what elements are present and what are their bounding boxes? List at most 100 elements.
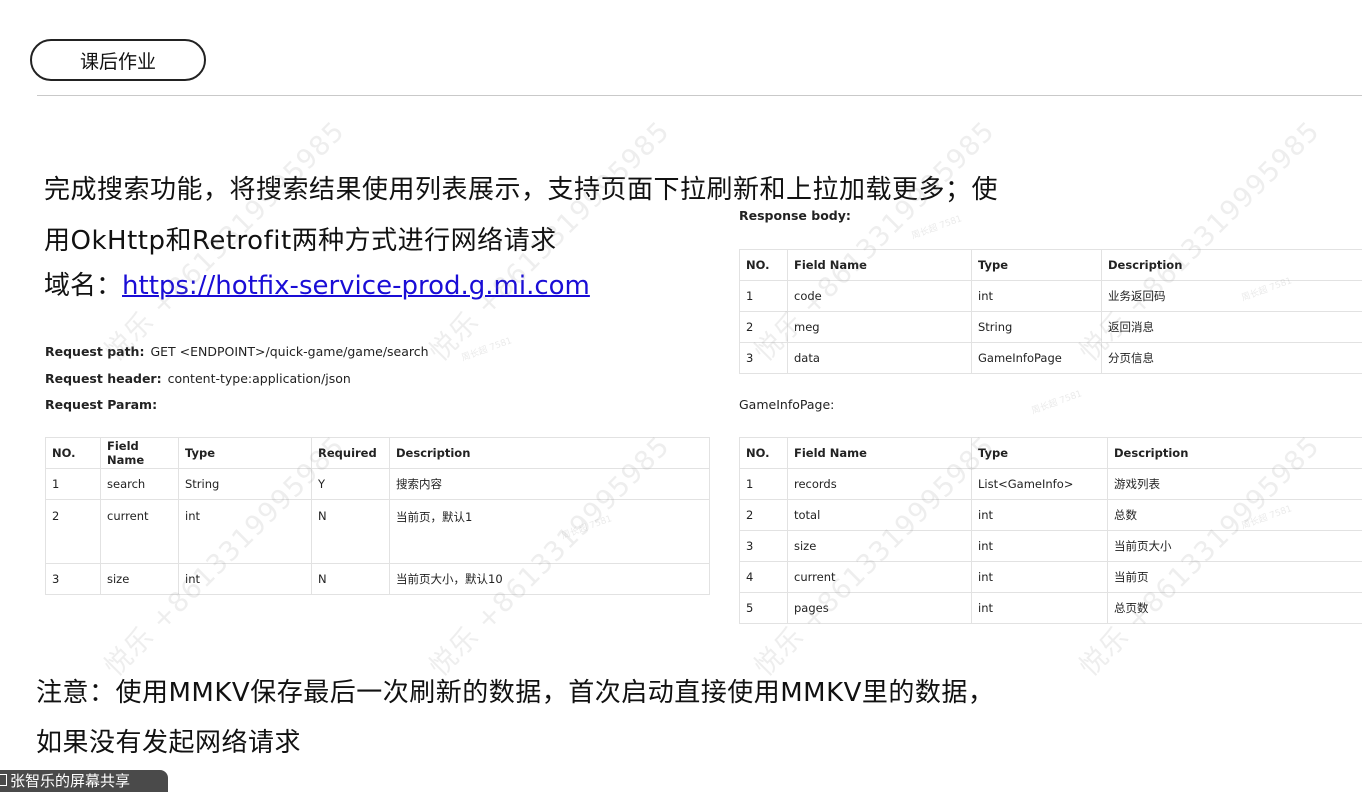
table-header: Type [972,438,1108,469]
table-cell: int [972,562,1108,593]
table-cell: int [179,500,312,564]
table-cell: search [101,469,179,500]
domain-link[interactable]: https://hotfix-service-prod.g.mi.com [122,271,590,301]
table-cell: 当前页大小，默认10 [390,564,710,595]
table-cell: 游戏列表 [1108,469,1362,500]
request-header-label: Request header: [45,371,162,386]
table-cell: 业务返回码 [1102,281,1362,312]
table-row: 1 search String Y 搜索内容 [46,469,710,500]
table-header: Required [312,438,390,469]
table-cell: 1 [740,281,788,312]
table-cell: int [972,500,1108,531]
table-row: 2 current int N 当前页，默认1 [46,500,710,564]
request-path: Request path: GET <ENDPOINT>/quick-game/g… [45,344,429,359]
game-info-page-label: GameInfoPage: [739,397,834,412]
table-cell: String [179,469,312,500]
table-cell: N [312,500,390,564]
task-line-2: 用OkHttp和Retrofit两种方式进行网络请求 [44,226,557,256]
table-row: 3 data GameInfoPage 分页信息 [740,343,1362,374]
domain-line: 域名：https://hotfix-service-prod.g.mi.com [44,265,590,307]
screen-share-label: 张智乐的屏幕共享 [10,772,130,790]
table-cell: 总页数 [1108,593,1362,624]
table-row: 5 pages int 总页数 [740,593,1362,624]
table-cell: total [788,500,972,531]
table-row: 3 size int 当前页大小 [740,531,1362,562]
table-row: 3 size int N 当前页大小，默认10 [46,564,710,595]
table-header: NO. [740,438,788,469]
table-cell: 4 [740,562,788,593]
table-cell: GameInfoPage [972,343,1102,374]
request-path-label: Request path: [45,344,144,359]
table-row: 1 code int 业务返回码 [740,281,1362,312]
table-cell: 总数 [1108,500,1362,531]
response-body-table: NO. Field Name Type Description 1 code i… [739,249,1362,374]
request-params-table: NO. Field Name Type Required Description… [45,437,710,595]
request-header-value: content-type:application/json [168,371,351,386]
table-cell: meg [788,312,972,343]
table-header-row: NO. Field Name Type Required Description [46,438,710,469]
table-header: Field Name [101,438,179,469]
request-path-value: GET <ENDPOINT>/quick-game/game/search [150,344,428,359]
table-cell: int [972,593,1108,624]
table-header: Field Name [788,250,972,281]
table-cell: Y [312,469,390,500]
note-line-2: 如果没有发起网络请求 [36,728,301,758]
table-cell: 当前页 [1108,562,1362,593]
table-row: 2 total int 总数 [740,500,1362,531]
note-line-1: 注意：使用MMKV保存最后一次刷新的数据，首次启动直接使用MMKV里的数据， [36,678,994,708]
game-info-page-table: NO. Field Name Type Description 1 record… [739,437,1362,624]
table-cell: 1 [46,469,101,500]
task-line-1: 完成搜索功能，将搜索结果使用列表展示，支持页面下拉刷新和上拉加载更多；使 [44,175,998,205]
table-cell: size [101,564,179,595]
table-cell: List<GameInfo> [972,469,1108,500]
table-cell: int [972,281,1102,312]
table-cell: String [972,312,1102,343]
table-cell: records [788,469,972,500]
table-cell: 3 [46,564,101,595]
table-cell: 分页信息 [1102,343,1362,374]
table-cell: 2 [740,312,788,343]
table-cell: 搜索内容 [390,469,710,500]
table-cell: current [788,562,972,593]
table-cell: code [788,281,972,312]
watermark-small: 周长超 7581 [459,333,513,363]
response-body-label: Response body: [739,208,851,223]
table-cell: 返回消息 [1102,312,1362,343]
table-cell: data [788,343,972,374]
table-header: Description [1102,250,1362,281]
table-header: Type [179,438,312,469]
table-cell: int [972,531,1108,562]
screen-share-icon [0,774,7,786]
table-cell: 当前页，默认1 [390,500,710,564]
table-header-row: NO. Field Name Type Description [740,250,1362,281]
table-cell: 2 [46,500,101,564]
table-row: 2 meg String 返回消息 [740,312,1362,343]
watermark-small: 周长超 7581 [1029,386,1083,416]
table-cell: pages [788,593,972,624]
table-header: Field Name [788,438,972,469]
table-cell: 2 [740,500,788,531]
table-cell: N [312,564,390,595]
table-header: Description [390,438,710,469]
table-cell: 5 [740,593,788,624]
table-header: NO. [46,438,101,469]
divider [37,95,1362,96]
table-cell: 3 [740,531,788,562]
section-tag: 课后作业 [30,39,206,81]
note: 注意：使用MMKV保存最后一次刷新的数据，首次启动直接使用MMKV里的数据， 如… [36,668,1046,768]
table-cell: 当前页大小 [1108,531,1362,562]
table-header: Description [1108,438,1362,469]
request-header: Request header: content-type:application/… [45,371,351,386]
table-header: Type [972,250,1102,281]
table-cell: size [788,531,972,562]
table-row: 1 records List<GameInfo> 游戏列表 [740,469,1362,500]
domain-label: 域名： [44,271,122,301]
request-param: Request Param: [45,397,163,412]
table-row: 4 current int 当前页 [740,562,1362,593]
table-cell: 3 [740,343,788,374]
table-cell: int [179,564,312,595]
table-cell: current [101,500,179,564]
request-param-label: Request Param: [45,397,157,412]
screen-share-tag: 张智乐的屏幕共享 [0,770,168,792]
table-cell: 1 [740,469,788,500]
